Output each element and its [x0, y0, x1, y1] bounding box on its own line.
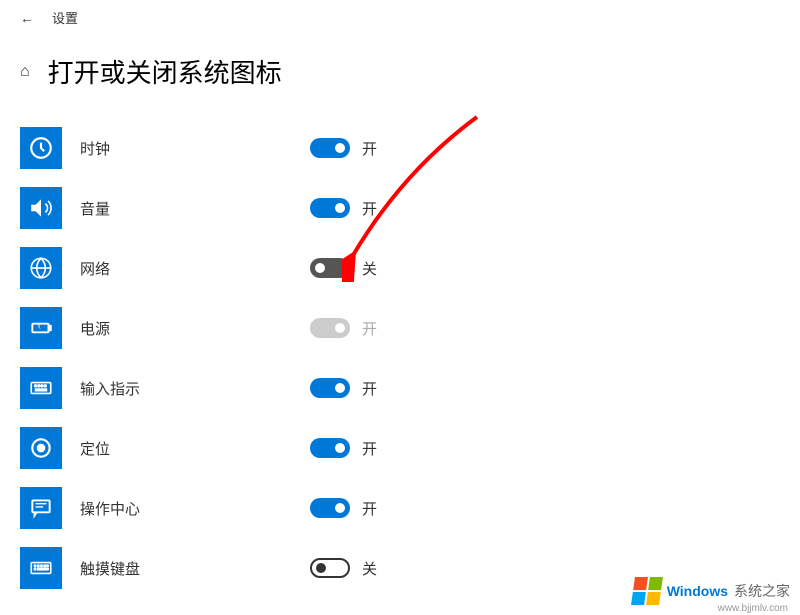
- location-icon: [20, 427, 62, 469]
- setting-label: 音量: [80, 198, 310, 219]
- setting-row-power: 电源 开: [20, 298, 800, 358]
- home-icon[interactable]: ⌂: [20, 63, 30, 81]
- setting-label: 操作中心: [80, 498, 310, 519]
- setting-label: 输入指示: [80, 378, 310, 399]
- toggle-state-label: 开: [362, 138, 377, 159]
- setting-label: 触摸键盘: [80, 558, 310, 579]
- setting-row-clock: 时钟 开: [20, 118, 800, 178]
- setting-row-location: 定位 开: [20, 418, 800, 478]
- toggle-location[interactable]: [310, 438, 350, 458]
- page-title: 打开或关闭系统图标: [48, 53, 282, 90]
- toggle-power: [310, 318, 350, 338]
- toggle-state-label: 关: [362, 258, 377, 279]
- setting-label: 电源: [80, 318, 310, 339]
- toggle-state-label: 开: [362, 498, 377, 519]
- toggle-state-label: 开: [362, 318, 377, 339]
- setting-label: 时钟: [80, 138, 310, 159]
- setting-row-volume: 音量 开: [20, 178, 800, 238]
- toggle-state-label: 开: [362, 438, 377, 459]
- volume-icon: [20, 187, 62, 229]
- toggle-state-label: 关: [362, 558, 377, 579]
- toggle-state-label: 开: [362, 378, 377, 399]
- page-title-row: ⌂ 打开或关闭系统图标: [0, 35, 800, 118]
- setting-row-action-center: 操作中心 开: [20, 478, 800, 538]
- setting-row-input-indicator: 输入指示 开: [20, 358, 800, 418]
- action-center-icon: [20, 487, 62, 529]
- setting-row-network: 网络 关: [20, 238, 800, 298]
- watermark: Windows 系统之家: [633, 577, 790, 605]
- power-icon: [20, 307, 62, 349]
- network-icon: [20, 247, 62, 289]
- toggle-clock[interactable]: [310, 138, 350, 158]
- toggle-network[interactable]: [310, 258, 350, 278]
- clock-icon: [20, 127, 62, 169]
- watermark-suffix: 系统之家: [734, 581, 790, 601]
- toggle-input-indicator[interactable]: [310, 378, 350, 398]
- toggle-touch-keyboard[interactable]: [310, 558, 350, 578]
- header: ← 设置: [0, 0, 800, 35]
- touch-keyboard-icon: [20, 547, 62, 589]
- back-arrow-icon[interactable]: ←: [20, 10, 34, 26]
- setting-label: 定位: [80, 438, 310, 459]
- settings-list: 时钟 开 音量 开 网络 关 电源 开 输入指示 开: [0, 118, 800, 598]
- watermark-brand: Windows: [667, 583, 728, 599]
- toggle-action-center[interactable]: [310, 498, 350, 518]
- windows-logo-icon: [631, 577, 663, 605]
- watermark-url: www.bjjmlv.com: [718, 603, 788, 614]
- setting-label: 网络: [80, 258, 310, 279]
- input-indicator-icon: [20, 367, 62, 409]
- header-title: 设置: [52, 8, 78, 27]
- toggle-volume[interactable]: [310, 198, 350, 218]
- toggle-state-label: 开: [362, 198, 377, 219]
